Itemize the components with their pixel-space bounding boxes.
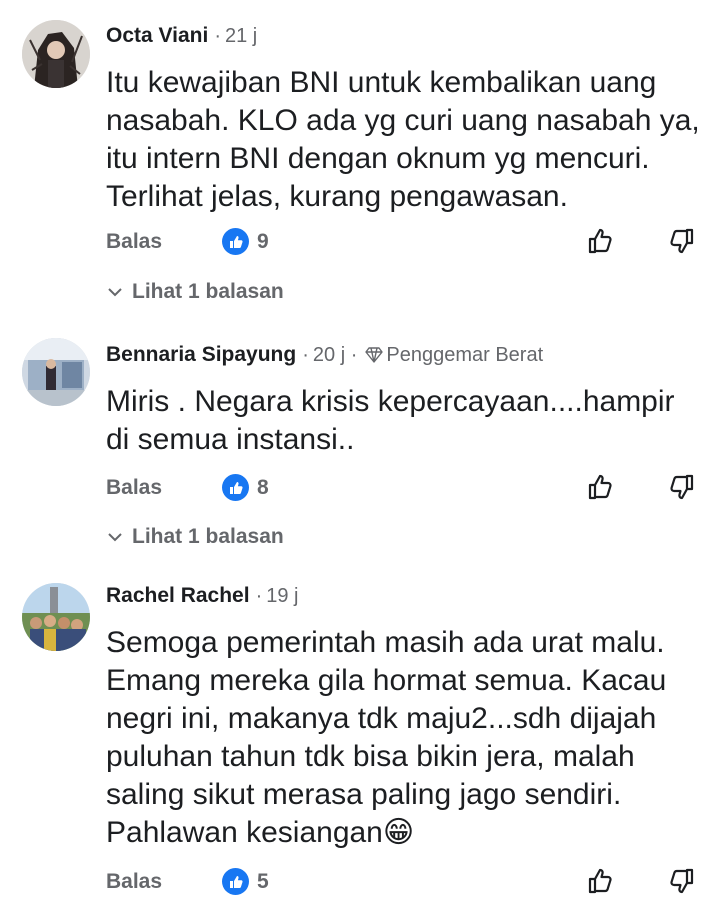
comment-time[interactable]: 20 j — [313, 344, 345, 366]
thumbs-down-outline-icon[interactable] — [666, 472, 696, 507]
reply-button[interactable]: Balas — [106, 870, 162, 894]
like-count: 9 — [257, 229, 269, 253]
comment-header: Bennaria Sipayung · 20 j · Penggemar Bera… — [106, 343, 543, 367]
comment-actions: Balas 9 — [106, 228, 706, 260]
author-name[interactable]: Rachel Rachel — [106, 584, 250, 608]
comment-time[interactable]: 21 j — [225, 25, 257, 47]
like-count: 8 — [257, 475, 269, 499]
fan-badge-label: Penggemar Berat — [386, 343, 544, 366]
comment-header: Octa Viani · 21 j — [106, 24, 257, 48]
like-count: 5 — [257, 869, 269, 893]
author-name[interactable]: Octa Viani — [106, 24, 208, 48]
author-name[interactable]: Bennaria Sipayung — [106, 343, 296, 367]
comment-time[interactable]: 19 j — [266, 585, 298, 607]
avatar-image — [22, 583, 90, 651]
reaction-summary[interactable]: 5 — [222, 868, 269, 895]
comment-actions: Balas 8 — [106, 474, 706, 506]
avatar[interactable] — [22, 583, 90, 651]
comment-meta: · 19 j — [255, 584, 299, 607]
reply-button[interactable]: Balas — [106, 476, 162, 500]
view-replies-label: Lihat 1 balasan — [132, 280, 284, 303]
comment-actions: Balas 5 — [106, 868, 706, 900]
view-replies-button[interactable]: Lihat 1 balasan — [106, 280, 284, 304]
avatar-image — [22, 338, 90, 406]
comment-text: Miris . Negara krisis kepercayaan....ham… — [106, 385, 675, 456]
comment-text: Semoga pemerintah masih ada urat malu. E… — [106, 626, 667, 849]
view-replies-button[interactable]: Lihat 1 balasan — [106, 525, 284, 549]
thumbs-down-outline-icon[interactable] — [666, 866, 696, 901]
avatar[interactable] — [22, 20, 90, 88]
diamond-icon — [365, 347, 384, 363]
comment-meta: · 21 j — [214, 24, 258, 47]
thumbs-up-outline-icon[interactable] — [586, 866, 616, 901]
chevron-down-icon — [108, 288, 122, 297]
reaction-summary[interactable]: 8 — [222, 474, 269, 501]
avatar-image — [22, 20, 90, 88]
comment-header: Rachel Rachel · 19 j — [106, 584, 299, 608]
reply-button[interactable]: Balas — [106, 230, 162, 254]
comment-meta: · 20 j · — [302, 343, 358, 366]
view-replies-label: Lihat 1 balasan — [132, 525, 284, 548]
thumbs-up-outline-icon[interactable] — [586, 472, 616, 507]
comment-text: Itu kewajiban BNI untuk kembalikan uang … — [106, 66, 700, 213]
chevron-down-icon — [108, 533, 122, 542]
thumbs-down-outline-icon[interactable] — [666, 226, 696, 261]
fan-badge[interactable]: Penggemar Berat — [361, 344, 543, 367]
like-reaction-icon — [222, 228, 249, 255]
like-reaction-icon — [222, 474, 249, 501]
thumbs-up-outline-icon[interactable] — [586, 226, 616, 261]
avatar[interactable] — [22, 338, 90, 406]
like-reaction-icon — [222, 868, 249, 895]
reaction-summary[interactable]: 9 — [222, 228, 269, 255]
